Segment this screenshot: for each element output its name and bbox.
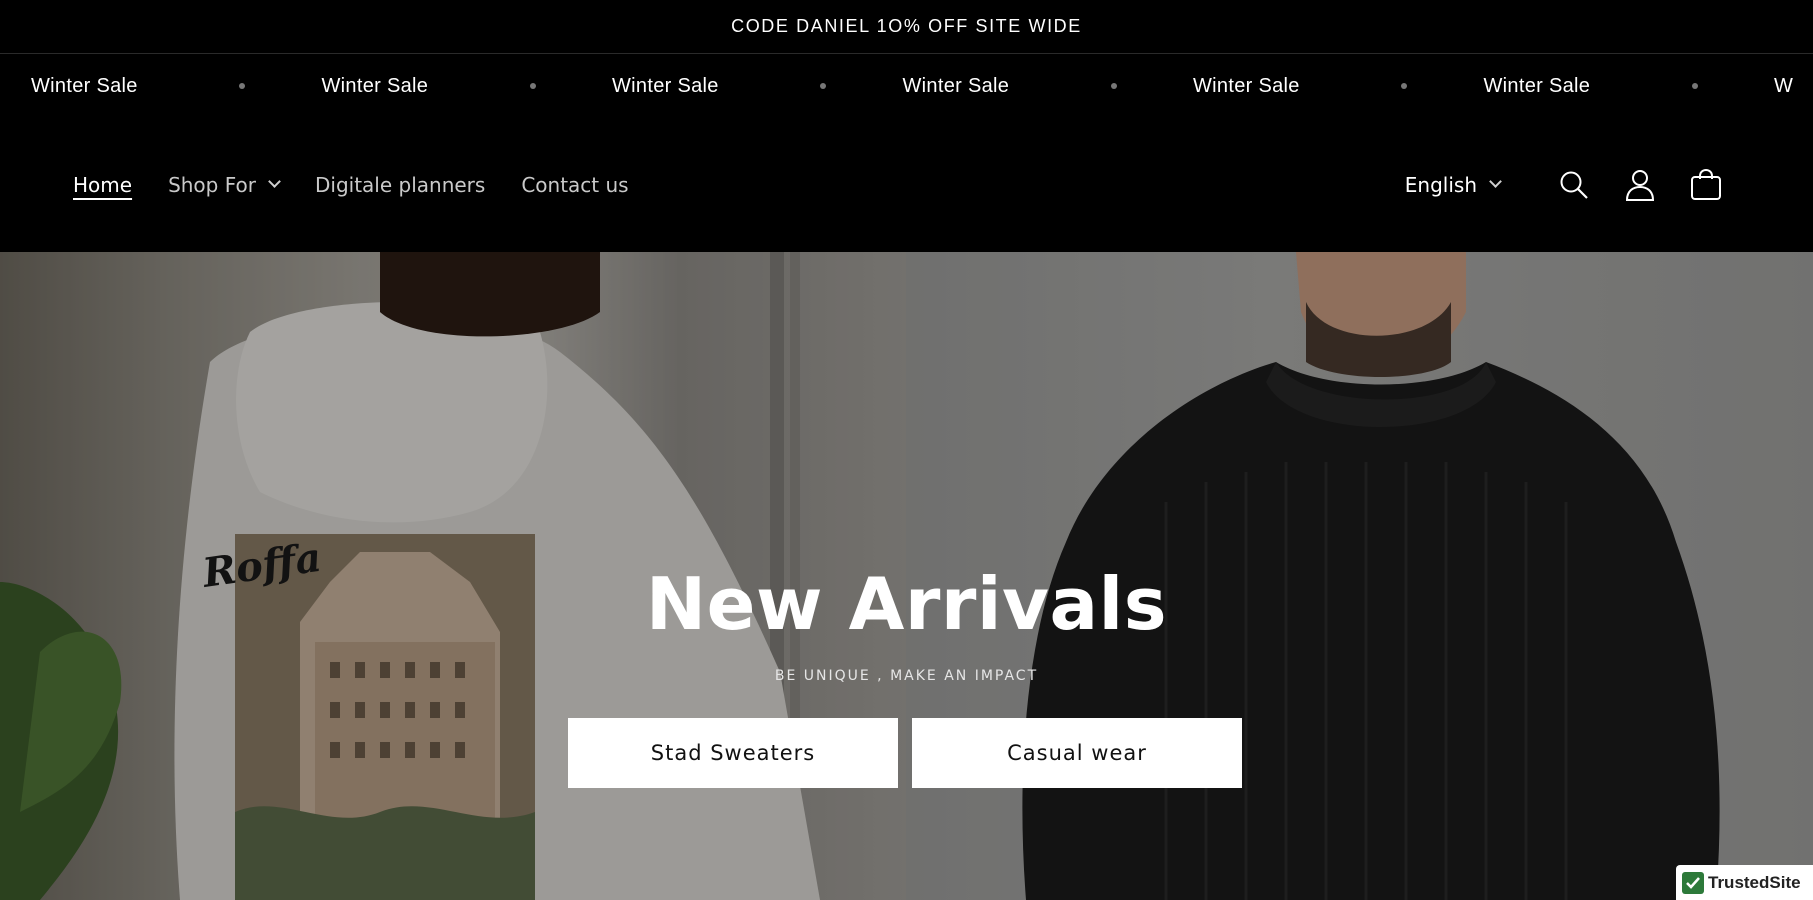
trustedsite-label: TrustedSite [1708, 872, 1801, 892]
separator-dot [1110, 83, 1117, 90]
separator-dot [529, 83, 536, 90]
marquee-item: Winter Sale [612, 75, 903, 98]
marquee-track: Winter Sale Winter Sale Winter Sale Wint… [31, 55, 1813, 117]
hero-subtitle: BE UNIQUE , MAKE AN IMPACT [774, 668, 1039, 684]
marquee-item: Winter Sale [903, 75, 1194, 98]
account-icon[interactable] [1618, 163, 1662, 207]
chevron-down-icon [1489, 175, 1502, 188]
nav-contact-us[interactable]: Contact us [521, 173, 628, 197]
main-nav: Home Shop For Digitale planners Contact … [73, 117, 665, 252]
nav-shop-for-label: Shop For [168, 172, 256, 197]
stad-sweaters-button[interactable]: Stad Sweaters [568, 718, 898, 788]
marquee-item: Winter Sale [322, 75, 613, 98]
trustedsite-badge[interactable]: TrustedSite [1676, 865, 1813, 900]
separator-dot [1691, 83, 1698, 90]
language-selector[interactable]: English [1404, 172, 1502, 197]
nav-shop-for[interactable]: Shop For [168, 172, 281, 197]
hero-buttons: Stad Sweaters Casual wear [568, 718, 1242, 788]
hero-title: New Arrivals [645, 562, 1168, 646]
site-header: Home Shop For Digitale planners Contact … [0, 117, 1813, 252]
search-icon[interactable] [1552, 163, 1596, 207]
separator-dot [1401, 83, 1407, 90]
hero-banner: Roffa New Arrivals BE UNIQUE , MAKE AN I… [0, 252, 1813, 900]
marquee-item: Winter Sale [31, 75, 322, 98]
chevron-down-icon [268, 175, 281, 188]
checkmark-icon [1682, 871, 1704, 894]
marquee-item: Winter Sale [1193, 75, 1484, 98]
cart-icon[interactable] [1684, 163, 1728, 207]
language-label: English [1404, 172, 1477, 197]
promo-marquee: Winter Sale Winter Sale Winter Sale Wint… [0, 55, 1813, 117]
nav-home[interactable]: Home [73, 173, 132, 197]
nav-digitale-planners[interactable]: Digitale planners [315, 173, 485, 197]
marquee-item: W [1774, 74, 1794, 97]
separator-dot [239, 83, 245, 90]
casual-wear-button[interactable]: Casual wear [912, 718, 1242, 788]
hero-content: New Arrivals BE UNIQUE , MAKE AN IMPACT … [0, 252, 1813, 900]
header-actions: English [1405, 117, 1728, 252]
announcement-text: CODE DANIEL 1O% OFF SITE WIDE [731, 16, 1082, 36]
announcement-bar: CODE DANIEL 1O% OFF SITE WIDE [0, 0, 1813, 54]
separator-dot [820, 83, 826, 90]
marquee-item: Winter Sale [1484, 75, 1775, 98]
